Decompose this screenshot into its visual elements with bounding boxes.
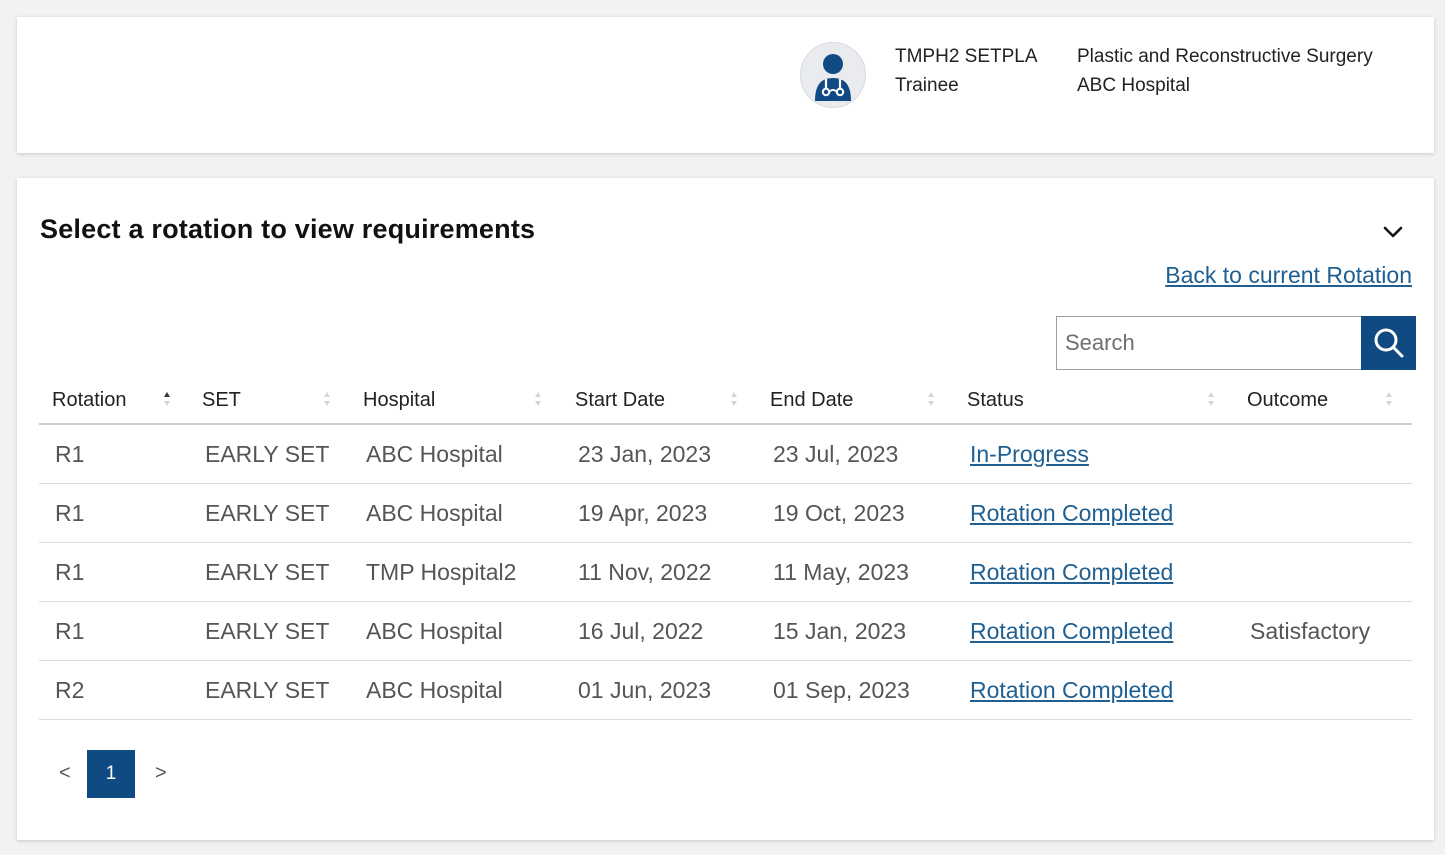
previous-page-button[interactable]: < [59, 762, 71, 785]
cell-outcome [1234, 542, 1412, 602]
column-header-label: Start Date [575, 388, 666, 411]
chevron-down-icon[interactable] [1379, 220, 1407, 244]
cell-rotation: R1 [39, 424, 189, 484]
table-row[interactable]: R1 EARLY SET TMP Hospital2 11 Nov, 2022 … [39, 542, 1412, 602]
cell-outcome [1234, 660, 1412, 720]
table-header-row: Rotation SET Hospital Start Date End Dat… [39, 377, 1412, 425]
cell-end-date: 19 Oct, 2023 [757, 483, 954, 543]
sort-icon [324, 392, 330, 406]
status-link[interactable]: Rotation Completed [970, 618, 1173, 644]
search-icon [1374, 328, 1404, 358]
cell-hospital: ABC Hospital [350, 660, 562, 720]
sort-icon [928, 392, 934, 406]
sort-icon [1386, 392, 1392, 406]
next-page-button[interactable]: > [155, 762, 167, 785]
back-to-current-rotation-link[interactable]: Back to current Rotation [1165, 262, 1412, 289]
department-name: Plastic and Reconstructive Surgery [1077, 46, 1373, 67]
table-row[interactable]: R1 EARLY SET ABC Hospital 23 Jan, 2023 2… [39, 424, 1412, 484]
cell-set: EARLY SET [189, 601, 350, 661]
cell-set: EARLY SET [189, 483, 350, 543]
cell-hospital: ABC Hospital [350, 483, 562, 543]
sort-ascending-icon [164, 392, 170, 406]
table-row[interactable]: R2 EARLY SET ABC Hospital 01 Jun, 2023 0… [39, 660, 1412, 720]
cell-end-date: 01 Sep, 2023 [757, 660, 954, 720]
sort-icon [731, 392, 737, 406]
cell-set: EARLY SET [189, 542, 350, 602]
cell-status: Rotation Completed [954, 660, 1234, 720]
cell-status: In-Progress [954, 424, 1234, 484]
cell-start-date: 01 Jun, 2023 [562, 660, 757, 720]
cell-rotation: R1 [39, 542, 189, 602]
cell-rotation: R1 [39, 601, 189, 661]
cell-status: Rotation Completed [954, 483, 1234, 543]
sort-icon [1208, 392, 1214, 406]
table-row[interactable]: R1 EARLY SET ABC Hospital 19 Apr, 2023 1… [39, 483, 1412, 543]
cell-status: Rotation Completed [954, 601, 1234, 661]
sort-icon [535, 392, 541, 406]
rotation-selection-card: Select a rotation to view requirements B… [17, 178, 1434, 840]
doctor-avatar-icon [800, 42, 866, 108]
status-link[interactable]: In-Progress [970, 441, 1089, 467]
user-name: TMPH2 SETPLA [895, 46, 1038, 67]
column-header-label: SET [202, 388, 241, 411]
column-header-rotation[interactable]: Rotation [39, 377, 189, 425]
status-link[interactable]: Rotation Completed [970, 500, 1173, 526]
column-header-hospital[interactable]: Hospital [350, 377, 562, 425]
cell-outcome [1234, 483, 1412, 543]
cell-hospital: ABC Hospital [350, 601, 562, 661]
user-role: Trainee [895, 75, 959, 96]
cell-end-date: 15 Jan, 2023 [757, 601, 954, 661]
status-link[interactable]: Rotation Completed [970, 559, 1173, 585]
cell-hospital: TMP Hospital2 [350, 542, 562, 602]
page-button-current[interactable]: 1 [87, 750, 135, 798]
table-row[interactable]: R1 EARLY SET ABC Hospital 16 Jul, 2022 1… [39, 601, 1412, 661]
column-header-label: Rotation [52, 388, 127, 411]
column-header-status[interactable]: Status [954, 377, 1234, 425]
column-header-label: End Date [770, 388, 854, 411]
cell-rotation: R2 [39, 660, 189, 720]
department-info: Plastic and Reconstructive Surgery ABC H… [1077, 42, 1373, 100]
column-header-end-date[interactable]: End Date [757, 377, 954, 425]
column-header-label: Outcome [1247, 388, 1329, 411]
search-input[interactable] [1057, 317, 1362, 369]
cell-hospital: ABC Hospital [350, 424, 562, 484]
column-header-set[interactable]: SET [189, 377, 350, 425]
cell-outcome [1234, 424, 1412, 484]
cell-start-date: 11 Nov, 2022 [562, 542, 757, 602]
cell-set: EARLY SET [189, 660, 350, 720]
cell-start-date: 19 Apr, 2023 [562, 483, 757, 543]
column-header-label: Hospital [363, 388, 436, 411]
cell-end-date: 23 Jul, 2023 [757, 424, 954, 484]
column-header-start-date[interactable]: Start Date [562, 377, 757, 425]
cell-end-date: 11 May, 2023 [757, 542, 954, 602]
search-field[interactable] [1056, 316, 1362, 370]
cell-rotation: R1 [39, 483, 189, 543]
search-button[interactable] [1361, 316, 1416, 370]
rotations-table: Rotation SET Hospital Start Date End Dat… [39, 377, 1412, 720]
status-link[interactable]: Rotation Completed [970, 677, 1173, 703]
profile-header-card: TMPH2 SETPLA Trainee Plastic and Reconst… [17, 17, 1434, 153]
cell-set: EARLY SET [189, 424, 350, 484]
column-header-label: Status [967, 388, 1024, 411]
cell-outcome: Satisfactory [1234, 601, 1412, 661]
cell-status: Rotation Completed [954, 542, 1234, 602]
cell-start-date: 23 Jan, 2023 [562, 424, 757, 484]
cell-start-date: 16 Jul, 2022 [562, 601, 757, 661]
column-header-outcome[interactable]: Outcome [1234, 377, 1412, 425]
hospital-name: ABC Hospital [1077, 75, 1190, 96]
section-title: Select a rotation to view requirements [40, 214, 536, 244]
user-info: TMPH2 SETPLA Trainee [895, 42, 1038, 100]
